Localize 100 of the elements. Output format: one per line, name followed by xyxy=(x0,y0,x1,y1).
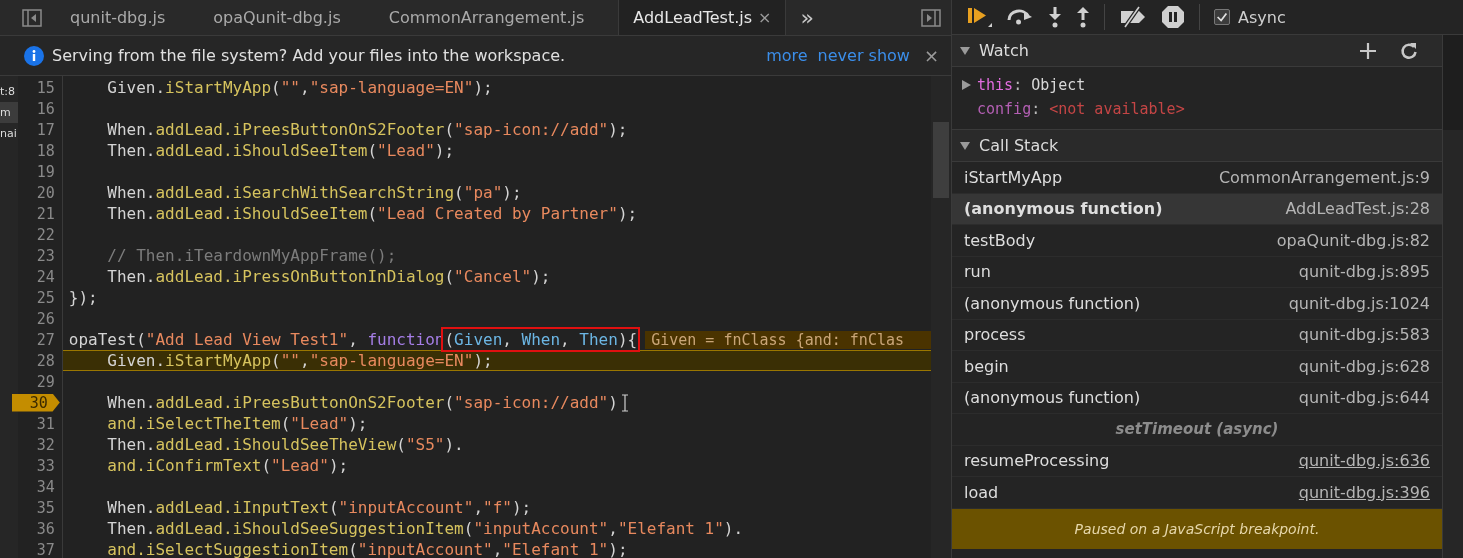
step-over-icon[interactable] xyxy=(1006,7,1034,27)
call-frame[interactable]: begin qunit-dbg.js:628 xyxy=(952,351,1442,383)
function-name: (anonymous function) xyxy=(964,388,1141,408)
line-number[interactable]: 22 xyxy=(17,225,58,244)
watch-expression: this: Object xyxy=(977,76,1086,94)
source-location[interactable]: qunit-dbg.js:636 xyxy=(1298,451,1430,471)
line-number[interactable]: 30 xyxy=(11,393,60,412)
code-line: Then.addLead.iShouldSeeTheView("S5"). xyxy=(106,435,464,454)
section-title: Call Stack xyxy=(979,136,1059,155)
info-link[interactable]: never show xyxy=(817,46,910,65)
paused-banner: Paused on a JavaScript breakpoint. xyxy=(952,508,1442,549)
sidebar-toggle-icon[interactable] xyxy=(921,8,941,27)
scrollbar-thumb[interactable] xyxy=(933,122,949,198)
code-line: Then.addLead.iShouldSeeItem("Lead"); xyxy=(106,141,455,160)
line-number[interactable]: 37 xyxy=(17,540,58,558)
code-line: When.addLead.iPreesButtonOnS2Footer("sap-icon://add"); xyxy=(106,120,628,139)
line-number[interactable]: 17 xyxy=(17,120,58,139)
line-number[interactable]: 24 xyxy=(17,267,58,286)
line-number[interactable]: 16 xyxy=(17,99,58,118)
watch-expression: config: <not available> xyxy=(977,100,1185,118)
line-number[interactable]: 26 xyxy=(17,309,58,328)
line-number[interactable]: 33 xyxy=(17,456,58,475)
panel-item[interactable]: m xyxy=(0,102,18,123)
function-name: iStartMyApp xyxy=(964,167,1063,187)
code-line: and.iSelectSuggestionItem("inputAccount","Elefant 1"); xyxy=(106,540,628,558)
text-cursor-icon xyxy=(620,393,629,412)
code-line: When.addLead.iPreesButtonOnS2Footer("sap-icon://add") xyxy=(106,393,618,412)
function-name: begin xyxy=(964,356,1009,376)
function-name: (anonymous function) xyxy=(964,199,1163,219)
add-icon[interactable] xyxy=(1359,41,1377,60)
function-name: testBody xyxy=(964,230,1036,250)
call-frame[interactable]: iStartMyApp CommonArrangement.js:9 xyxy=(952,162,1442,194)
info-icon xyxy=(24,45,44,66)
call-frame[interactable]: (anonymous function) AddLeadTest.js:28 xyxy=(952,193,1442,225)
line-number[interactable]: 18 xyxy=(17,141,58,160)
pause-icon[interactable] xyxy=(1161,5,1185,29)
source-location: CommonArrangement.js:9 xyxy=(1218,167,1430,187)
line-number[interactable]: 36 xyxy=(17,519,58,538)
collapse-arrow-icon[interactable] xyxy=(960,45,970,56)
source-location: AddLeadTest.js:28 xyxy=(1285,199,1430,219)
code-line: When.addLead.iSearchWithSearchString("pa"); xyxy=(106,183,522,202)
close-button[interactable]: × xyxy=(923,45,939,66)
expand-arrow-icon[interactable] xyxy=(962,80,971,90)
code-line: and.iConfirmText("Lead"); xyxy=(106,456,349,475)
section-header[interactable]: Watch xyxy=(952,35,1442,67)
function-name: load xyxy=(964,482,999,502)
line-number[interactable]: 27 xyxy=(17,330,58,349)
call-frame[interactable]: load qunit-dbg.js:396 xyxy=(952,477,1442,509)
section-header[interactable]: Call Stack xyxy=(952,130,1442,162)
line-number[interactable]: 20 xyxy=(17,183,58,202)
source-location[interactable]: qunit-dbg.js:396 xyxy=(1298,482,1430,502)
code-line: opaTest("Add Lead View Test1", function(Given, When, Then){ xyxy=(68,330,638,349)
editor-tab[interactable]: opaQunit-dbg.js xyxy=(199,0,355,35)
editor-tab[interactable]: AddLeadTest.js × xyxy=(618,0,787,35)
line-number[interactable]: 34 xyxy=(17,477,58,496)
code-line: Given.iStartMyApp("","sap-language=EN"); xyxy=(106,351,493,370)
line-number[interactable]: 23 xyxy=(17,246,58,265)
code-line: and.iSelectTheItem("Lead"); xyxy=(106,414,368,433)
code-line: Then.addLead.iPressOnButtonInDialog("Cancel"); xyxy=(106,267,551,286)
resume-icon[interactable] xyxy=(966,5,992,29)
call-frame[interactable]: (anonymous function) qunit-dbg.js:644 xyxy=(952,382,1442,414)
call-frame[interactable]: run qunit-dbg.js:895 xyxy=(952,256,1442,288)
editor-tab[interactable]: CommonArrangement.js xyxy=(374,0,599,35)
collapse-arrow-icon[interactable] xyxy=(960,140,970,151)
deactivate-breakpoints-icon[interactable] xyxy=(1119,6,1147,28)
line-number[interactable]: 31 xyxy=(17,414,58,433)
async-checkbox[interactable] xyxy=(1214,9,1230,25)
line-number[interactable]: 28 xyxy=(17,351,58,370)
editor-tab[interactable]: qunit-dbg.js xyxy=(56,0,180,35)
checkbox-label: Async xyxy=(1238,7,1286,27)
line-number[interactable]: 19 xyxy=(17,162,58,181)
function-name: process xyxy=(964,325,1026,345)
line-number[interactable]: 32 xyxy=(17,435,58,454)
line-number[interactable]: 29 xyxy=(17,372,58,391)
async-separator: setTimeout (async) xyxy=(1115,420,1279,439)
call-frame[interactable]: testBody opaQunit-dbg.js:82 xyxy=(952,225,1442,257)
panel-item[interactable]: nai xyxy=(0,123,18,144)
sidebar-toggle-icon[interactable] xyxy=(22,8,42,27)
code-line: Then.addLead.iShouldSeeSuggestionItem("inputAccount","Elefant 1"). xyxy=(106,519,744,538)
source-location: qunit-dbg.js:1024 xyxy=(1288,293,1430,313)
line-number[interactable]: 15 xyxy=(17,78,58,97)
line-number[interactable]: 35 xyxy=(17,498,58,517)
call-frame[interactable]: resumeProcessing qunit-dbg.js:636 xyxy=(952,445,1442,477)
source-location: opaQunit-dbg.js:82 xyxy=(1276,230,1430,250)
panel-item[interactable]: t:8 xyxy=(0,81,18,102)
source-location: qunit-dbg.js:583 xyxy=(1298,325,1430,345)
call-frame[interactable]: process qunit-dbg.js:583 xyxy=(952,319,1442,351)
more-tabs-button[interactable]: » xyxy=(800,5,814,30)
line-number[interactable]: 25 xyxy=(17,288,58,307)
function-name: (anonymous function) xyxy=(964,293,1141,313)
info-link[interactable]: more xyxy=(766,46,808,65)
close-tab-button[interactable]: × xyxy=(758,8,772,27)
step-out-icon[interactable] xyxy=(1076,6,1090,28)
refresh-icon[interactable] xyxy=(1400,41,1418,60)
source-location: qunit-dbg.js:895 xyxy=(1298,262,1430,282)
code-line: // Then.iTeardownMyAppFrame(); xyxy=(106,246,397,265)
line-number[interactable]: 21 xyxy=(17,204,58,223)
step-into-icon[interactable] xyxy=(1048,6,1062,28)
function-name: resumeProcessing xyxy=(964,451,1110,471)
call-frame[interactable]: (anonymous function) qunit-dbg.js:1024 xyxy=(952,288,1442,320)
